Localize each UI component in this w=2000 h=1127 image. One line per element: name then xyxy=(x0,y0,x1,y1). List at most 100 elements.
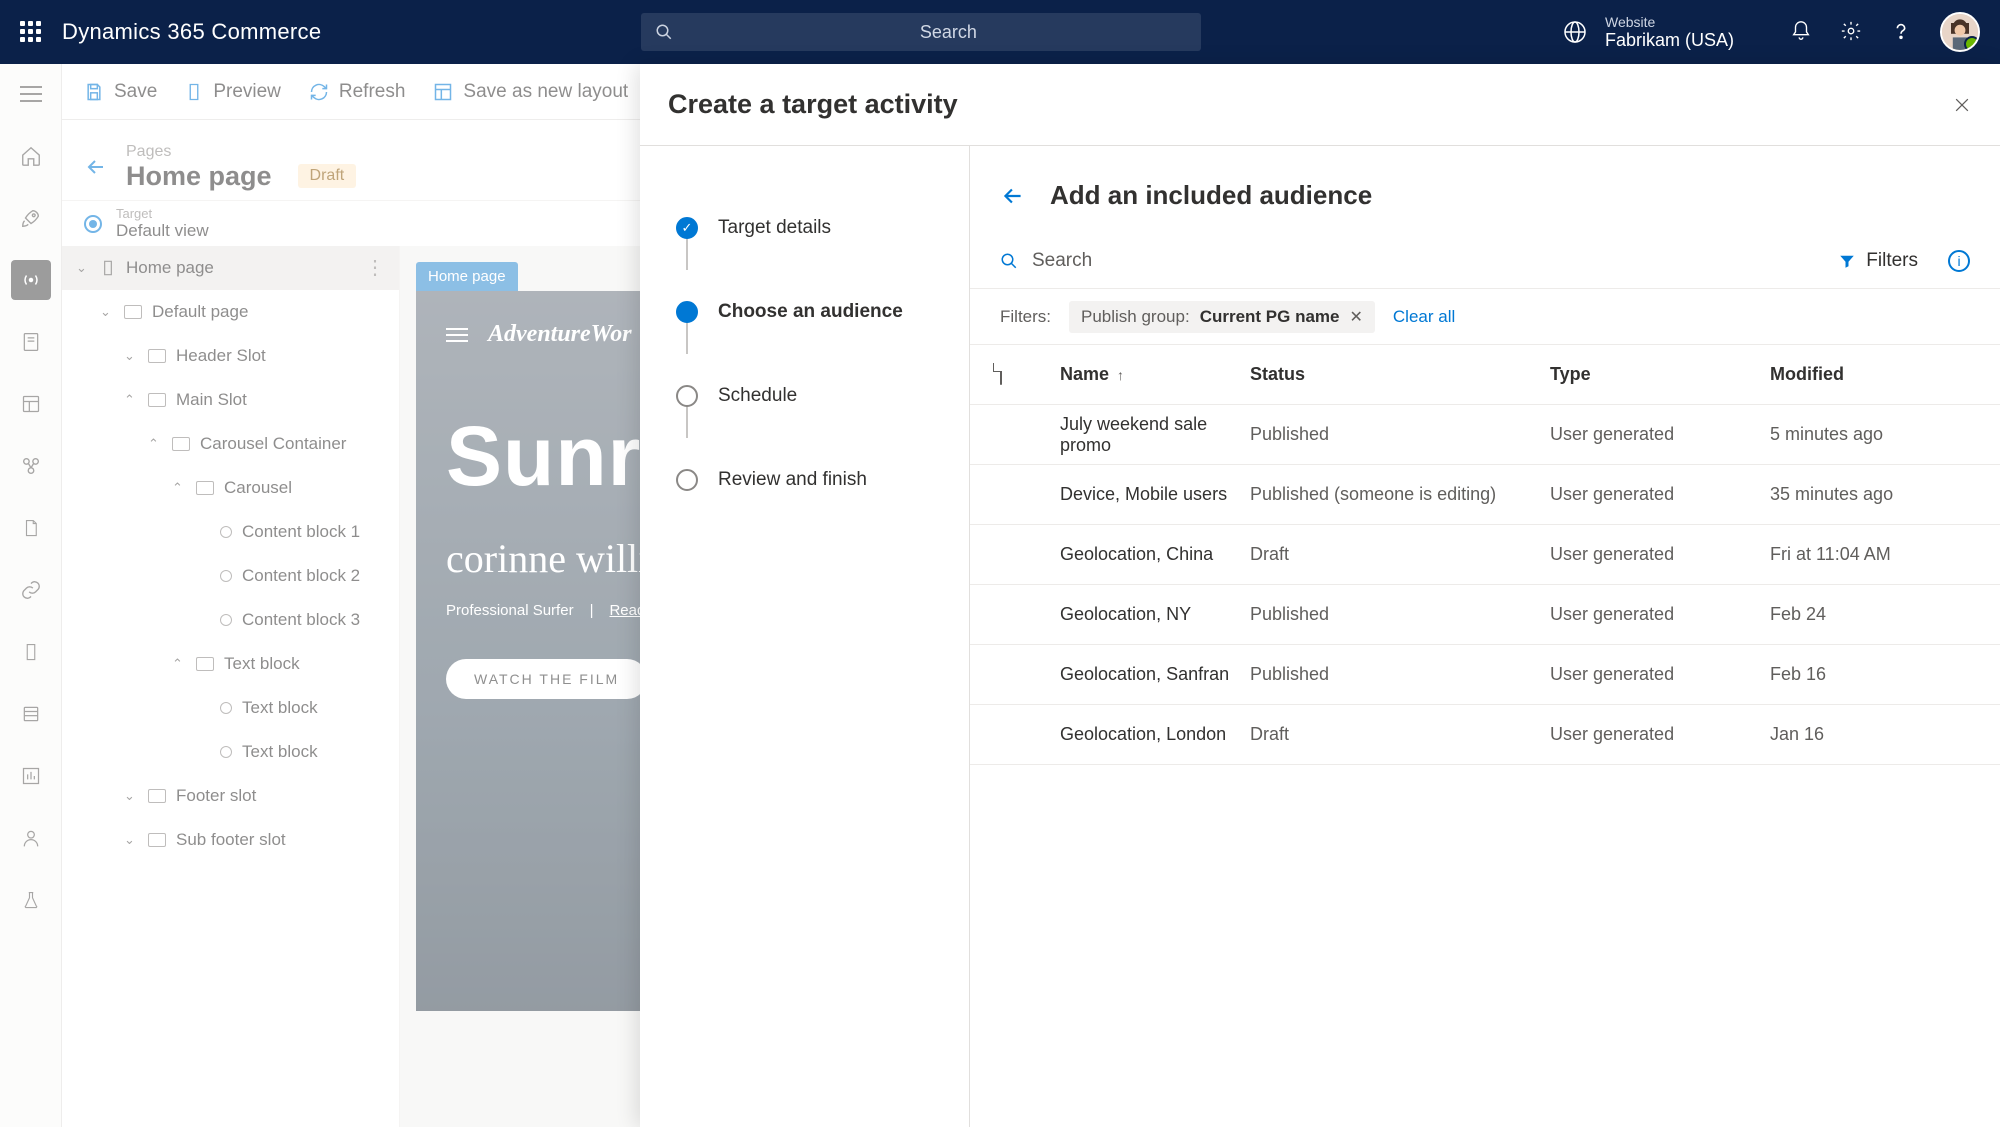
filters-button[interactable]: Filters xyxy=(1838,250,1918,272)
chevron-down-icon[interactable]: ⌄ xyxy=(76,260,90,276)
breadcrumb[interactable]: Pages xyxy=(126,143,356,161)
app-launcher-icon[interactable] xyxy=(18,19,44,45)
canvas-tab[interactable]: Home page xyxy=(416,262,518,291)
chip-value: Current PG name xyxy=(1200,307,1340,327)
tree-node[interactable]: Content block 1 xyxy=(62,510,399,554)
chevron-down-icon[interactable]: ⌄ xyxy=(100,304,114,320)
nav-link-icon[interactable] xyxy=(11,570,51,610)
clear-all-link[interactable]: Clear all xyxy=(1393,307,1455,327)
tree-node[interactable]: ⌃Main Slot xyxy=(62,378,399,422)
tree-node[interactable]: ⌄Sub footer slot xyxy=(62,818,399,862)
nav-target-icon[interactable] xyxy=(11,260,51,300)
chevron-down-icon[interactable]: ⌄ xyxy=(124,832,138,848)
refresh-button[interactable]: Refresh xyxy=(309,81,406,103)
close-icon[interactable] xyxy=(1952,95,1972,115)
nav-modules-icon[interactable] xyxy=(11,446,51,486)
tree-node[interactable]: ⌃Carousel xyxy=(62,466,399,510)
step-indicator-icon xyxy=(676,469,698,491)
audience-back-icon[interactable] xyxy=(1000,183,1026,209)
table-row[interactable]: Geolocation, NYPublishedUser generatedFe… xyxy=(970,585,2000,645)
save-as-layout-button[interactable]: Save as new layout xyxy=(433,81,628,103)
col-status[interactable]: Status xyxy=(1250,364,1550,385)
sort-asc-icon: ↑ xyxy=(1117,367,1124,383)
nav-chart-icon[interactable] xyxy=(11,756,51,796)
table-row[interactable]: Geolocation, ChinaDraftUser generatedFri… xyxy=(970,525,2000,585)
active-filters: Filters: Publish group: Current PG name … xyxy=(970,289,2000,345)
row-type: User generated xyxy=(1550,664,1770,685)
target-bar[interactable]: Target Default view xyxy=(62,200,662,246)
table-row[interactable]: Device, Mobile usersPublished (someone i… xyxy=(970,465,2000,525)
audience-search[interactable]: Search xyxy=(1000,250,1092,272)
slot-icon xyxy=(148,833,166,847)
tree-node-label: Default page xyxy=(152,302,248,322)
tree-node[interactable]: ⌃Text block xyxy=(62,642,399,686)
tree-node[interactable]: ⌄Header Slot xyxy=(62,334,399,378)
save-button[interactable]: Save xyxy=(84,81,157,103)
row-type: User generated xyxy=(1550,424,1770,445)
tree-node[interactable]: Content block 2 xyxy=(62,554,399,598)
bell-icon[interactable] xyxy=(1790,20,1814,44)
tree-node-label: Content block 1 xyxy=(242,522,360,542)
table-row[interactable]: Geolocation, SanfranPublishedUser genera… xyxy=(970,645,2000,705)
tree-root[interactable]: ⌄ Home page ⋮ xyxy=(62,246,399,290)
nav-home-icon[interactable] xyxy=(11,136,51,176)
wizard-step[interactable]: Review and finish xyxy=(676,438,949,522)
chevron-up-icon[interactable]: ⌃ xyxy=(148,436,162,452)
audience-title: Add an included audience xyxy=(1050,180,1372,211)
chevron-down-icon[interactable]: ⌄ xyxy=(124,348,138,364)
tree-node[interactable]: Content block 3 xyxy=(62,598,399,642)
nav-document-icon[interactable] xyxy=(11,508,51,548)
row-status: Published xyxy=(1250,604,1550,625)
col-type[interactable]: Type xyxy=(1550,364,1770,385)
hero-divider: | xyxy=(590,602,594,619)
nav-book-icon[interactable] xyxy=(11,694,51,734)
avatar[interactable] xyxy=(1940,12,1980,52)
row-type: User generated xyxy=(1550,604,1770,625)
nav-page-icon[interactable] xyxy=(11,322,51,362)
nav-hamburger[interactable] xyxy=(11,74,51,114)
preview-button[interactable]: Preview xyxy=(185,81,281,103)
chevron-down-icon[interactable]: ⌄ xyxy=(124,788,138,804)
nav-flask-icon[interactable] xyxy=(11,880,51,920)
tree-node[interactable]: ⌄ Default page xyxy=(62,290,399,334)
top-right-actions: Website Fabrikam (USA) xyxy=(1563,12,1990,52)
website-picker[interactable]: Website Fabrikam (USA) xyxy=(1563,14,1734,51)
save-as-layout-label: Save as new layout xyxy=(463,81,628,103)
nav-layout-icon[interactable] xyxy=(11,384,51,424)
slot-icon xyxy=(124,305,142,319)
step-label: Review and finish xyxy=(718,469,867,491)
row-modified: 5 minutes ago xyxy=(1770,424,1970,445)
target-label: Target xyxy=(116,206,209,221)
chevron-up-icon[interactable]: ⌃ xyxy=(172,656,186,672)
tree-node[interactable]: Text block xyxy=(62,730,399,774)
col-modified[interactable]: Modified xyxy=(1770,364,1970,385)
global-search[interactable]: Search xyxy=(641,13,1201,51)
table-row[interactable]: July weekend sale promoPublishedUser gen… xyxy=(970,405,2000,465)
wizard-stepper: ✓Target detailsChoose an audienceSchedul… xyxy=(640,146,970,1127)
refresh-icon xyxy=(309,82,329,102)
nav-person-icon[interactable] xyxy=(11,818,51,858)
chevron-up-icon[interactable]: ⌃ xyxy=(124,392,138,408)
table-row[interactable]: Geolocation, LondonDraftUser generatedJa… xyxy=(970,705,2000,765)
help-icon[interactable] xyxy=(1890,20,1914,44)
wizard-step[interactable]: ✓Target details xyxy=(676,186,949,270)
col-name[interactable]: Name↑ xyxy=(1060,364,1250,385)
row-type: User generated xyxy=(1550,544,1770,565)
chevron-up-icon[interactable]: ⌃ xyxy=(172,480,186,496)
back-arrow-icon[interactable] xyxy=(84,155,108,179)
nav-rocket-icon[interactable] xyxy=(11,198,51,238)
chip-remove-icon[interactable]: ✕ xyxy=(1350,307,1363,327)
page-outline-tree: ⌄ Home page ⋮ ⌄Default page⌄Header Slot⌃… xyxy=(62,246,400,1127)
audience-toolbar: Search Filters i xyxy=(970,233,2000,289)
nav-file-icon[interactable] xyxy=(11,632,51,672)
tree-node[interactable]: Text block xyxy=(62,686,399,730)
info-icon[interactable]: i xyxy=(1948,250,1970,272)
tree-node[interactable]: ⌃Carousel Container xyxy=(62,422,399,466)
tree-node[interactable]: ⌄Footer slot xyxy=(62,774,399,818)
gear-icon[interactable] xyxy=(1840,20,1864,44)
filter-chip[interactable]: Publish group: Current PG name ✕ xyxy=(1069,301,1375,333)
wizard-step[interactable]: Schedule xyxy=(676,354,949,438)
audience-search-label: Search xyxy=(1032,250,1092,272)
wizard-step[interactable]: Choose an audience xyxy=(676,270,949,354)
row-status: Published xyxy=(1250,424,1550,445)
